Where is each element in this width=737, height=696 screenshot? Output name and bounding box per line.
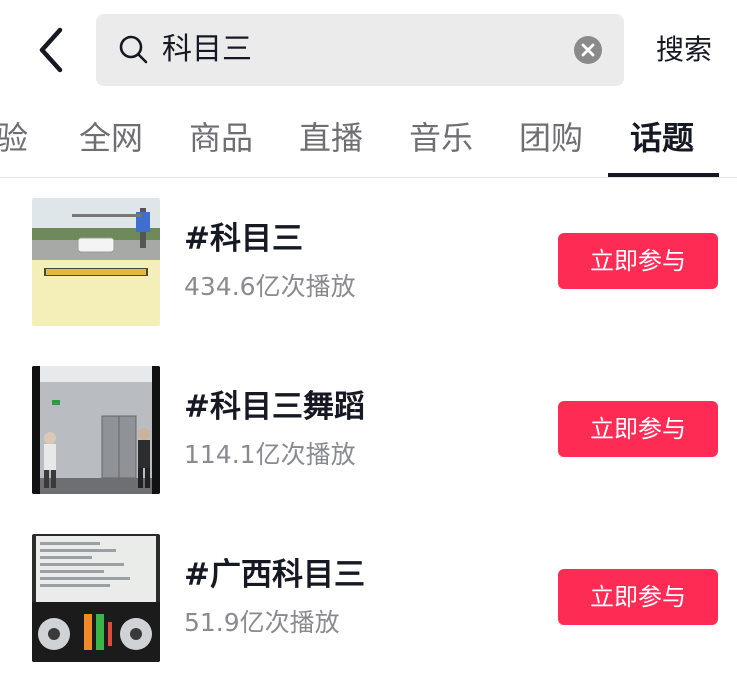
tab-music[interactable]: 音乐: [409, 116, 473, 160]
topic-row[interactable]: #科目三舞蹈 114.1亿次播放 立即参与: [0, 366, 737, 496]
topic-title: #科目三: [184, 221, 303, 257]
search-category-tabs: 验 全网 商品 直播 音乐 团购 话题: [0, 100, 737, 178]
close-icon: [581, 43, 595, 57]
topic-title: #广西科目三: [184, 557, 365, 593]
search-query: 科目三: [162, 32, 252, 67]
tab-partial[interactable]: 验: [0, 116, 28, 160]
topic-thumbnail: [32, 534, 160, 662]
topic-thumbnail: [32, 198, 160, 326]
topic-play-count: 114.1亿次播放: [184, 440, 356, 469]
tab-products[interactable]: 商品: [189, 116, 253, 160]
tab-group-buy[interactable]: 团购: [519, 116, 583, 160]
join-topic-button[interactable]: 立即参与: [558, 401, 718, 457]
active-tab-indicator: [608, 173, 719, 177]
tab-live[interactable]: 直播: [299, 116, 363, 160]
tab-all-web[interactable]: 全网: [79, 116, 143, 160]
topic-thumbnail: [32, 366, 160, 494]
join-topic-button[interactable]: 立即参与: [558, 569, 718, 625]
back-button[interactable]: [30, 22, 76, 78]
search-icon: [119, 35, 148, 64]
join-topic-button[interactable]: 立即参与: [558, 233, 718, 289]
topic-play-count: 51.9亿次播放: [184, 608, 340, 637]
tab-topics[interactable]: 话题: [630, 116, 694, 160]
topic-row[interactable]: #广西科目三 51.9亿次播放 立即参与: [0, 534, 737, 664]
topic-play-count: 434.6亿次播放: [184, 272, 356, 301]
search-header: 科目三 搜索: [0, 0, 737, 100]
topic-row[interactable]: #科目三 434.6亿次播放 立即参与: [0, 198, 737, 328]
chevron-left-icon: [39, 27, 63, 73]
search-input[interactable]: 科目三: [96, 14, 624, 86]
search-button[interactable]: 搜索: [656, 30, 712, 70]
topic-title: #科目三舞蹈: [184, 389, 365, 425]
clear-search-button[interactable]: [574, 36, 602, 64]
